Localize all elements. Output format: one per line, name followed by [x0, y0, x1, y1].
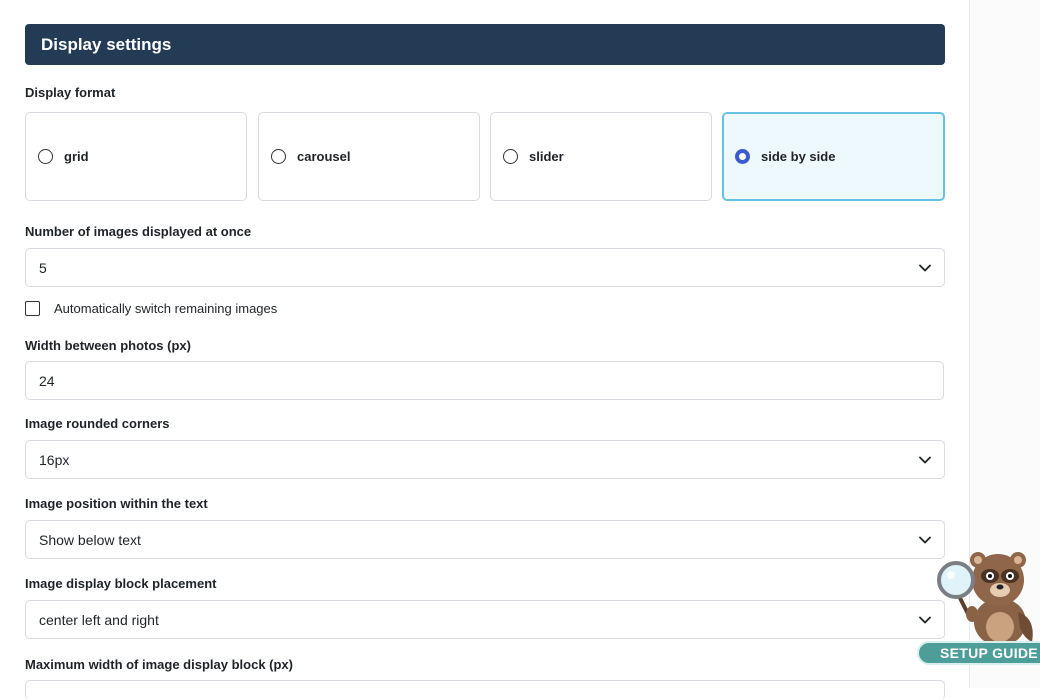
images-count-value: 5	[39, 259, 47, 276]
rounded-corners-value: 16px	[39, 451, 70, 468]
section-title: Display settings	[41, 34, 172, 54]
auto-switch-label: Automatically switch remaining images	[54, 301, 278, 316]
max-width-input[interactable]	[25, 680, 945, 700]
display-format-option-carousel[interactable]: carousel	[258, 112, 480, 201]
raccoon-mascot-icon[interactable]	[930, 542, 1040, 652]
auto-switch-row[interactable]: Automatically switch remaining images	[25, 301, 277, 316]
image-position-label: Image position within the text	[25, 496, 208, 511]
radio-grid[interactable]	[38, 149, 53, 164]
settings-panel: Display settings Display format grid car…	[0, 0, 970, 700]
display-format-option-side-by-side[interactable]: side by side	[722, 112, 945, 201]
rounded-corners-select[interactable]: 16px	[25, 440, 945, 479]
images-count-select[interactable]: 5	[25, 248, 945, 287]
image-position-value: Show below text	[39, 531, 141, 548]
rounded-corners-label: Image rounded corners	[25, 416, 170, 431]
block-placement-label: Image display block placement	[25, 576, 217, 591]
option-label-side-by-side: side by side	[761, 149, 836, 164]
display-format-label: Display format	[25, 85, 116, 100]
max-width-label: Maximum width of image display block (px…	[25, 657, 293, 672]
option-label-slider: slider	[529, 149, 564, 164]
display-format-option-grid[interactable]: grid	[25, 112, 247, 201]
radio-side-by-side[interactable]	[735, 149, 750, 164]
width-between-label: Width between photos (px)	[25, 338, 191, 353]
option-label-grid: grid	[64, 149, 89, 164]
chevron-down-icon	[919, 264, 931, 271]
radio-slider[interactable]	[503, 149, 518, 164]
width-between-value: 24	[39, 372, 55, 389]
width-between-input[interactable]: 24	[25, 361, 944, 400]
auto-switch-checkbox[interactable]	[25, 301, 40, 316]
images-count-label: Number of images displayed at once	[25, 224, 252, 239]
block-placement-value: center left and right	[39, 611, 159, 628]
setup-guide-button[interactable]: SETUP GUIDE M	[917, 641, 1040, 665]
chevron-down-icon	[919, 456, 931, 463]
radio-carousel[interactable]	[271, 149, 286, 164]
section-header: Display settings	[25, 24, 945, 65]
option-label-carousel: carousel	[297, 149, 351, 164]
block-placement-select[interactable]: center left and right	[25, 600, 945, 639]
image-position-select[interactable]: Show below text	[25, 520, 945, 559]
display-format-option-slider[interactable]: slider	[490, 112, 712, 201]
